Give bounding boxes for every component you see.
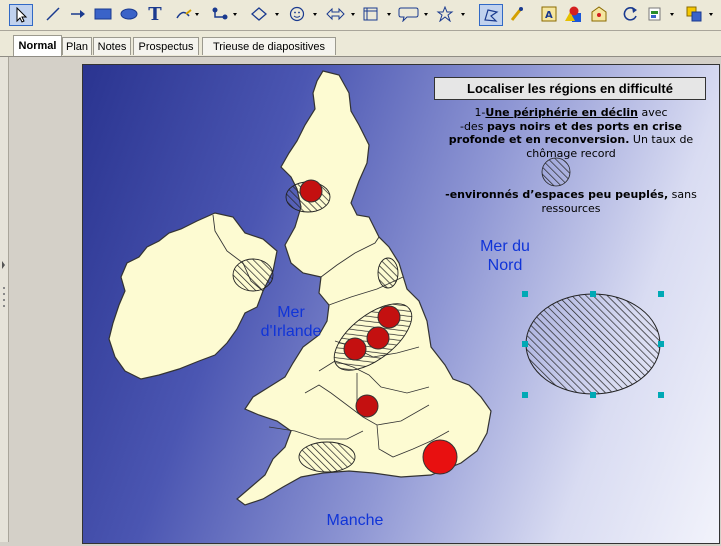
- legend-line-1: 1-Une périphérie en déclin avec: [474, 106, 668, 119]
- callouts-icon[interactable]: [397, 4, 431, 24]
- rectangle-icon[interactable]: [92, 4, 114, 24]
- select-arrow-icon[interactable]: [9, 4, 33, 26]
- red-circle-birmingham: [355, 394, 379, 418]
- hatched-zone-northeast: [377, 257, 399, 289]
- sea-label-irish-sea: Mer d'Irlande: [260, 304, 322, 341]
- tab-notes[interactable]: Notes: [93, 37, 131, 55]
- stars-icon[interactable]: [434, 4, 468, 24]
- left-pane-collapse-bar[interactable]: [0, 57, 9, 542]
- points-icon[interactable]: [479, 4, 503, 26]
- red-circle-newcastle: [377, 305, 401, 329]
- tab-normal[interactable]: Normal: [13, 35, 62, 56]
- symbol-shapes-icon[interactable]: [286, 4, 320, 24]
- from-file-icon[interactable]: [562, 4, 584, 24]
- block-arrows-icon[interactable]: [324, 4, 358, 24]
- legend-line-2: -des pays noirs et des ports en crise: [459, 120, 682, 133]
- ellipse-icon[interactable]: [118, 4, 140, 24]
- connector-icon[interactable]: [210, 4, 240, 24]
- tab-prospectus[interactable]: Prospectus: [133, 37, 199, 55]
- align-icon[interactable]: [645, 4, 679, 24]
- drawing-toolbar: T A: [0, 0, 721, 31]
- svg-text:A: A: [545, 10, 553, 21]
- glue-points-icon[interactable]: [506, 4, 528, 24]
- legend-hatch-sample: [541, 157, 571, 187]
- tab-slide-sorter[interactable]: Trieuse de diapositives: [202, 37, 336, 55]
- slide-title-box[interactable]: Localiser les régions en difficulté: [434, 77, 706, 100]
- slide-canvas[interactable]: Localiser les régions en difficulté 1-Un…: [82, 64, 720, 544]
- arrange-icon[interactable]: [684, 4, 718, 24]
- legend-line-6: ressources: [541, 202, 601, 215]
- red-circle-leeds: [366, 326, 390, 350]
- fontwork-icon[interactable]: A: [538, 4, 560, 24]
- basic-shapes-icon[interactable]: [248, 4, 282, 24]
- legend-line-4: chômage record: [526, 147, 616, 160]
- tab-plan[interactable]: Plan: [62, 37, 92, 55]
- sea-label-channel: Manche: [326, 512, 384, 529]
- gallery-icon[interactable]: [588, 4, 610, 24]
- view-tabs: Normal Plan Notes Prospectus Trieuse de …: [0, 31, 721, 57]
- red-circle-manchester: [343, 337, 367, 361]
- hatched-zone-belfast: [232, 258, 274, 292]
- red-circle-london: [422, 439, 458, 475]
- arrow-line-icon[interactable]: [67, 4, 89, 24]
- sea-label-north-sea: Mer du Nord: [480, 238, 530, 275]
- hatched-zone-south-wales: [298, 441, 356, 473]
- line-icon[interactable]: [42, 4, 64, 24]
- rotate-icon[interactable]: [620, 4, 642, 24]
- legend-line-5: -environnés d’espaces peu peuplés, sans: [445, 188, 697, 201]
- flowchart-icon[interactable]: [360, 4, 394, 24]
- ireland-landmass: [108, 212, 278, 380]
- text-icon[interactable]: T: [144, 4, 166, 25]
- curve-icon[interactable]: [174, 4, 202, 24]
- slide-title: Localiser les régions en difficulté: [467, 81, 673, 96]
- legend-line-3: profonde et en reconversion. Un taux de: [448, 133, 694, 146]
- red-circle-glasgow: [299, 179, 323, 203]
- selected-hatched-ellipse: [525, 293, 661, 395]
